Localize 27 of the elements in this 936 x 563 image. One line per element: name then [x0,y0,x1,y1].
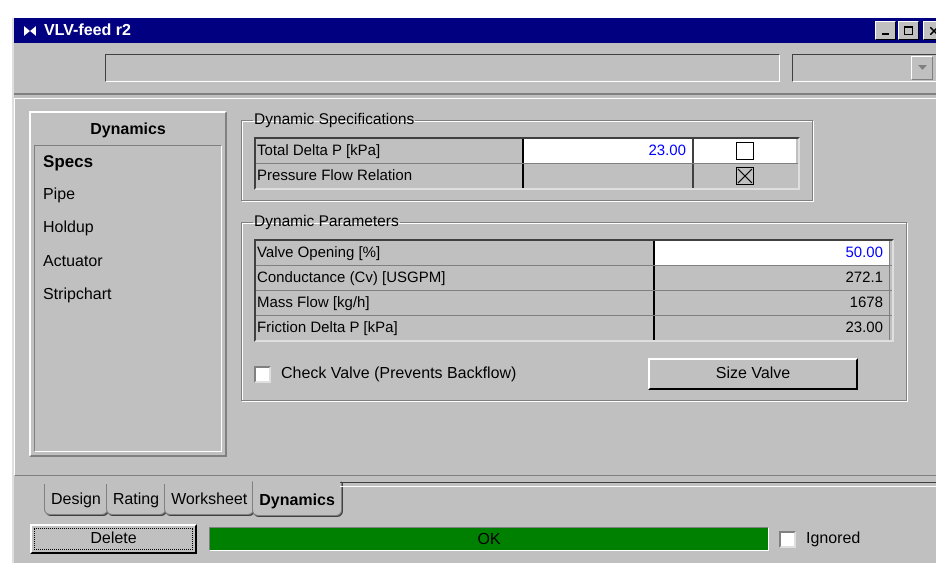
table-cell: Pressure Flow Relation [256,164,524,188]
tab[interactable]: Rating [106,484,166,515]
table-cell: Mass Flow [kg/h] [256,291,655,315]
value-cell-text: 23.00 [844,318,884,338]
tab[interactable]: Design [44,484,108,515]
table-cell: Friction Delta P [kPa] [256,316,655,340]
panel-heading: Dynamics [89,120,167,140]
tab[interactable]: Dynamics [252,481,342,516]
status-bar: OK [209,527,769,551]
checkbox-label: Check Valve (Prevents Backflow) [281,365,516,383]
tab[interactable]: Worksheet [164,484,254,515]
navigation-item[interactable]: Pipe [43,186,213,219]
size-valve-button[interactable]: Size Valve [648,358,858,390]
value-cell-text: 272.1 [844,268,884,288]
navigation-item[interactable]: Stripchart [43,286,213,320]
table-cell: Conductance (Cv) [USGPM] [256,266,655,290]
navigation-item[interactable]: Specs [43,152,213,186]
window-title: VLV-feed r2 [44,22,131,40]
navigation-item[interactable]: Holdup [43,219,213,252]
value-cell[interactable]: 50.00 [655,241,889,265]
navigation-item[interactable]: Actuator [43,252,213,286]
group-title: Dynamic Specifications [253,111,416,129]
delete-button[interactable]: Delete [30,524,197,554]
checkbox-label: Ignored [806,530,860,548]
value-cell-text: 1678 [848,293,884,313]
group-title: Dynamic Parameters [253,213,400,231]
value-cell[interactable]: 23.00 [524,139,694,163]
